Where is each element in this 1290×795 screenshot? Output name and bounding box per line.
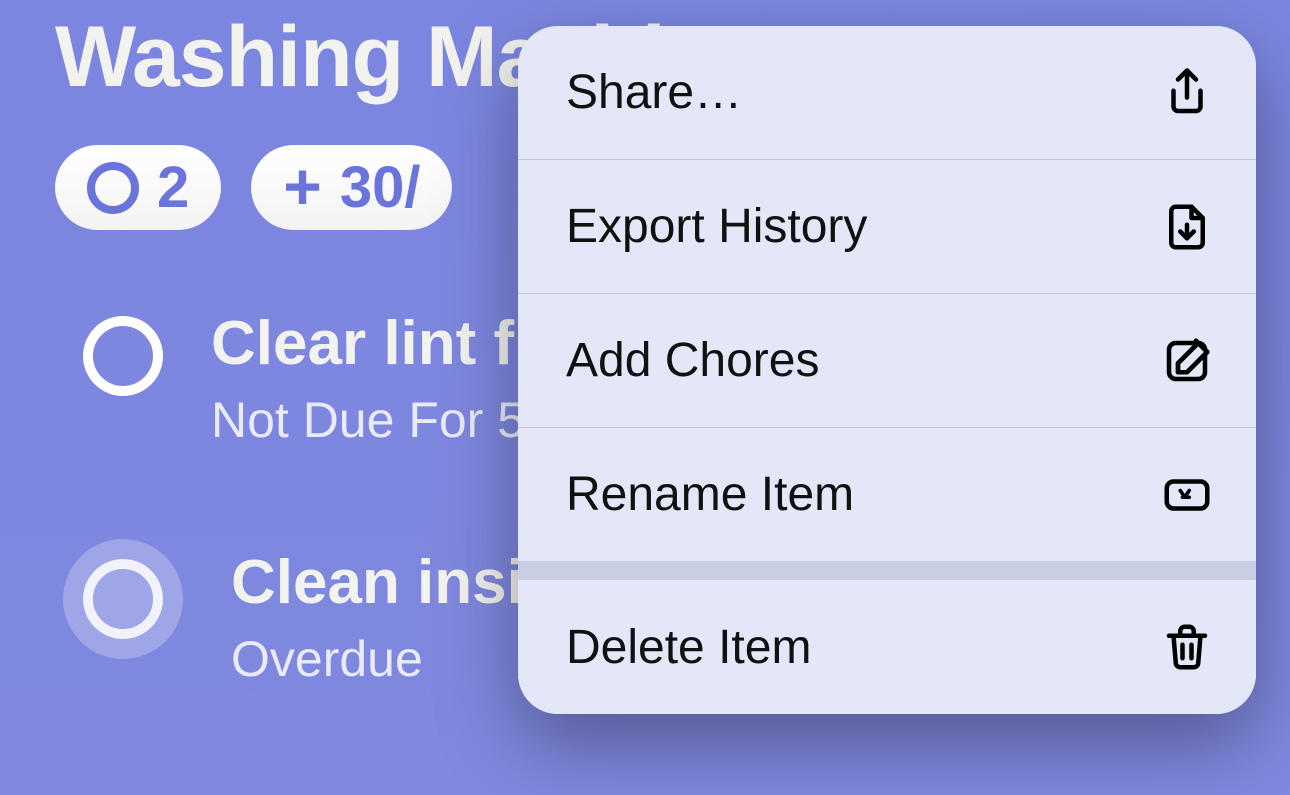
- count-pill[interactable]: 2: [55, 145, 221, 230]
- trash-icon: [1160, 620, 1214, 674]
- menu-item-label: Delete Item: [566, 620, 811, 675]
- chore-checkbox[interactable]: [83, 559, 163, 639]
- rename-icon: [1160, 468, 1214, 522]
- share-icon: [1160, 66, 1214, 120]
- menu-separator: [518, 562, 1256, 580]
- add-pill[interactable]: + 30/: [251, 145, 452, 230]
- file-download-icon: [1160, 200, 1214, 254]
- menu-share[interactable]: Share…: [518, 26, 1256, 160]
- chore-checkbox[interactable]: [83, 316, 163, 396]
- menu-item-label: Rename Item: [566, 467, 854, 522]
- context-menu: Share… Export History Add Chores: [518, 26, 1256, 714]
- menu-export-history[interactable]: Export History: [518, 160, 1256, 294]
- menu-delete-item[interactable]: Delete Item: [518, 580, 1256, 714]
- chore-checkbox-halo: [63, 539, 183, 659]
- add-pill-label: 30/: [340, 154, 421, 221]
- menu-item-label: Export History: [566, 199, 867, 254]
- compose-icon: [1160, 334, 1214, 388]
- menu-rename-item[interactable]: Rename Item: [518, 428, 1256, 562]
- menu-add-chores[interactable]: Add Chores: [518, 294, 1256, 428]
- menu-item-label: Add Chores: [566, 333, 819, 388]
- circle-icon: [87, 162, 139, 214]
- count-value: 2: [157, 154, 189, 221]
- menu-item-label: Share…: [566, 65, 742, 120]
